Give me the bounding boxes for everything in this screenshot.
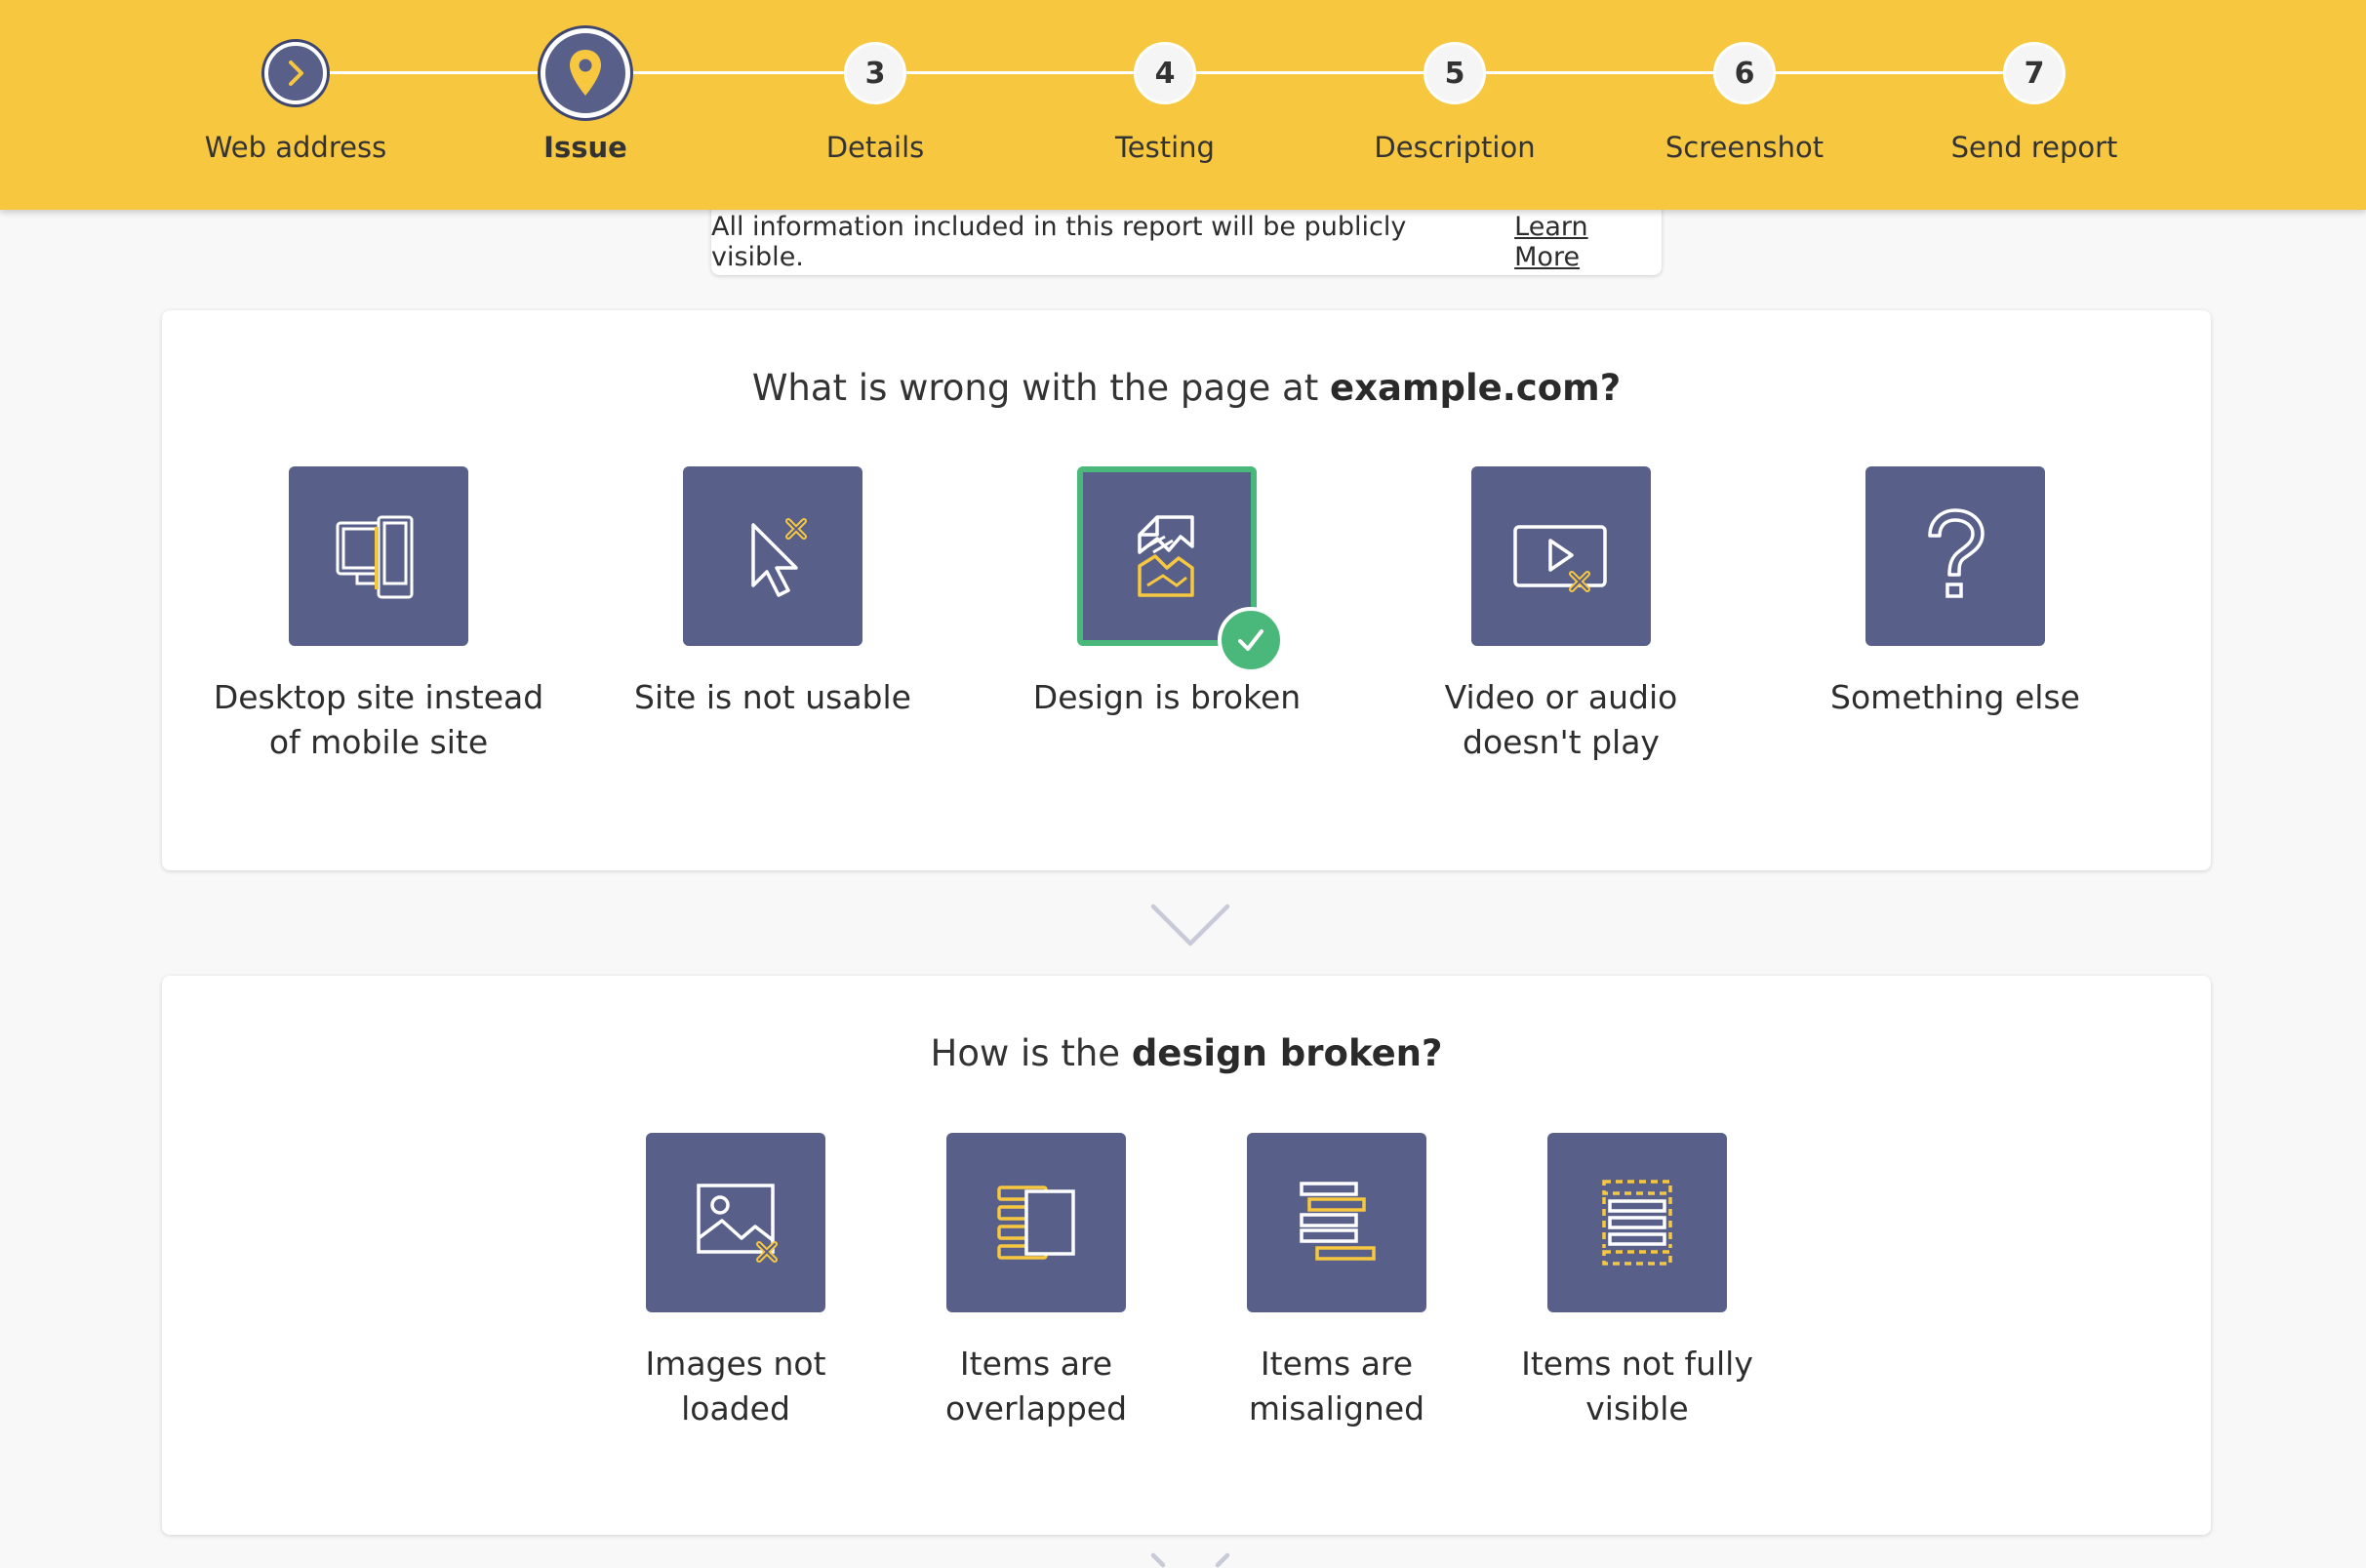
progress-stepper: Web address Issue 3 Details 4 Testing 5 … xyxy=(0,0,2366,210)
overlapped-items-icon xyxy=(997,1186,1075,1260)
option-label: Video or audio doesn't play xyxy=(1444,678,1678,761)
option-label: Images not loaded xyxy=(645,1345,826,1427)
step-label: Issue xyxy=(543,131,627,164)
selected-check-badge xyxy=(1218,607,1284,673)
checkmark-icon xyxy=(1238,629,1263,651)
step-label: Details xyxy=(825,131,925,164)
title-prefix: How is the xyxy=(930,1032,1132,1074)
chevron-down-icon xyxy=(1150,1552,1230,1568)
option-label: Site is not usable xyxy=(634,678,911,716)
desktop-mobile-icon xyxy=(336,515,414,599)
option-label: Design is broken xyxy=(1032,678,1302,716)
location-pin-icon xyxy=(570,50,601,96)
notice-text: All information included in this report … xyxy=(711,212,1407,272)
chevron-down-icon xyxy=(1150,904,1230,946)
broken-video-icon xyxy=(1513,525,1607,592)
step-circle: 7 xyxy=(2003,42,2065,104)
title-emphasis: design broken? xyxy=(1131,1032,1443,1074)
step-circle: 5 xyxy=(1424,42,1486,104)
option-site-not-usable[interactable]: Site is not usable xyxy=(597,466,948,720)
step-label: Description xyxy=(1374,131,1536,164)
step-label: Screenshot xyxy=(1664,131,1825,164)
option-items-not-visible[interactable]: Items not fully visible xyxy=(1462,1133,1813,1431)
option-items-overlapped[interactable]: Items are overlapped xyxy=(861,1133,1212,1431)
design-question-title: How is the design broken? xyxy=(162,1032,2211,1074)
option-label: Items not fully visible xyxy=(1521,1345,1753,1427)
option-video-audio[interactable]: Video or audio doesn't play xyxy=(1385,466,1737,765)
step-label: Send report xyxy=(1950,131,2118,164)
chevron-right-icon xyxy=(289,60,303,86)
option-tile[interactable] xyxy=(1471,466,1651,646)
learn-more-link[interactable]: Learn More xyxy=(1514,212,1662,272)
step-circle: 4 xyxy=(1134,42,1196,104)
option-desktop-site[interactable]: Desktop site instead of mobile site xyxy=(203,466,554,765)
design-broken-card: How is the design broken? Images not loa… xyxy=(162,976,2211,1535)
issue-card: What is wrong with the page at example.c… xyxy=(162,310,2211,870)
broken-cursor-icon xyxy=(751,518,807,597)
option-tile[interactable] xyxy=(1247,1133,1426,1312)
step-circle: 6 xyxy=(1713,42,1776,104)
option-label: Desktop site instead of mobile site xyxy=(213,678,544,761)
option-label: Items are overlapped xyxy=(944,1345,1128,1427)
broken-page-icon xyxy=(1138,515,1194,597)
step-circle-done xyxy=(264,42,327,104)
option-tile[interactable] xyxy=(683,466,862,646)
broken-image-icon xyxy=(697,1184,778,1263)
step-circle-active xyxy=(541,28,630,118)
step-label: Web address xyxy=(204,131,387,164)
public-visibility-notice: All information included in this report … xyxy=(711,203,1662,275)
issue-question-title: What is wrong with the page at example.c… xyxy=(162,367,2211,409)
step-circle: 3 xyxy=(844,42,906,104)
option-tile[interactable] xyxy=(289,466,468,646)
option-tile[interactable] xyxy=(1865,466,2045,646)
option-tile[interactable] xyxy=(1547,1133,1727,1312)
title-prefix: What is wrong with the page at xyxy=(751,367,1330,409)
option-label: Items are misaligned xyxy=(1248,1345,1425,1427)
option-tile[interactable] xyxy=(946,1133,1126,1312)
hidden-items-icon xyxy=(1602,1180,1672,1266)
option-label: Something else xyxy=(1830,678,2080,716)
option-design-broken[interactable]: Design is broken xyxy=(991,466,1343,720)
option-tile[interactable] xyxy=(646,1133,825,1312)
option-tile-selected[interactable] xyxy=(1077,466,1284,673)
option-something-else[interactable]: Something else xyxy=(1780,466,2131,720)
site-domain: example.com? xyxy=(1329,367,1622,409)
option-images-not-loaded[interactable]: Images not loaded xyxy=(560,1133,911,1431)
option-items-misaligned[interactable]: Items are misaligned xyxy=(1161,1133,1512,1431)
step-label: Testing xyxy=(1115,131,1215,164)
misaligned-items-icon xyxy=(1300,1182,1376,1261)
question-mark-icon xyxy=(1928,508,1985,598)
